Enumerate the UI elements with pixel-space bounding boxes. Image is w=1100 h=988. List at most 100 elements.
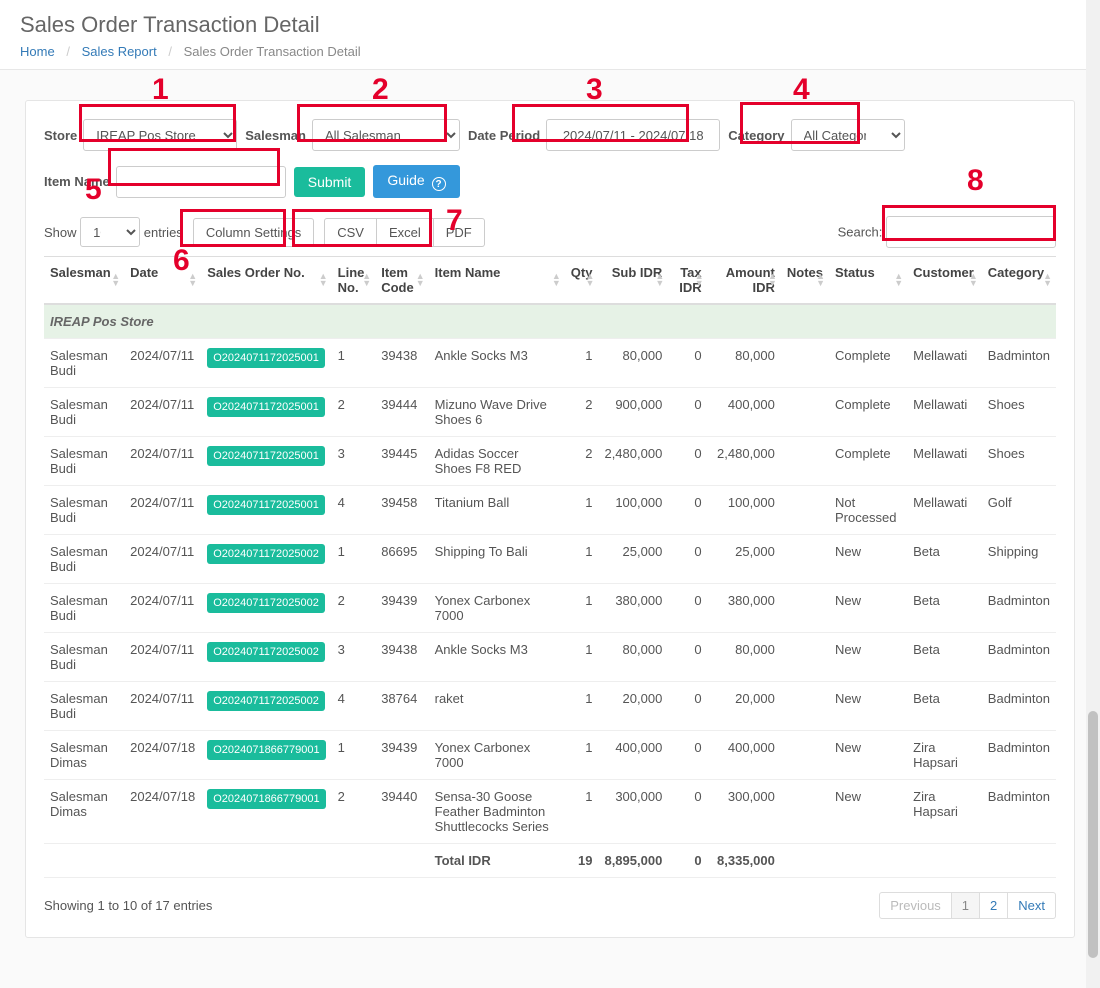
guide-button[interactable]: Guide ? [373,165,459,198]
cell-tax: 0 [668,584,707,633]
cell-sono: O2024071172025002 [201,584,331,633]
search-input[interactable] [886,216,1056,248]
page-prev[interactable]: Previous [879,892,952,919]
cell-sub: 80,000 [598,339,668,388]
sales-order-badge[interactable]: O2024071172025001 [207,446,325,466]
cell-qty: 1 [565,584,599,633]
cell-status: Not Processed [829,486,907,535]
total-row: Total IDR198,895,00008,335,000 [44,844,1056,878]
col-sono[interactable]: Sales Order No.▲▼ [201,257,331,305]
cell-name: Yonex Carbonex 7000 [429,584,565,633]
page-1[interactable]: 1 [952,892,980,919]
store-select[interactable]: IREAP Pos Store [83,119,237,151]
cell-tax: 0 [668,339,707,388]
col-code[interactable]: Item Code▲▼ [375,257,428,305]
cell-salesman: Salesman Dimas [44,731,124,780]
sales-order-badge[interactable]: O2024071866779001 [207,740,325,760]
cell-amount: 300,000 [708,780,781,844]
column-settings-button[interactable]: Column Settings [193,218,314,247]
cell-salesman: Salesman Budi [44,633,124,682]
col-qty[interactable]: Qty▲▼ [565,257,599,305]
cell-status: New [829,584,907,633]
sales-order-badge[interactable]: O2024071172025002 [207,593,325,613]
cell-customer: Zira Hapsari [907,731,982,780]
breadcrumb-report[interactable]: Sales Report [82,44,157,59]
table-row: Salesman Dimas2024/07/18O202407186677900… [44,780,1056,844]
breadcrumb: Home / Sales Report / Sales Order Transa… [20,44,1080,59]
sales-order-badge[interactable]: O2024071172025002 [207,544,325,564]
item-input[interactable] [116,166,286,198]
date-label: Date Period [468,128,540,143]
data-table: Salesman▲▼ Date▲▼ Sales Order No.▲▼ Line… [44,256,1056,878]
cell-status: New [829,633,907,682]
cell-qty: 2 [565,437,599,486]
cell-date: 2024/07/11 [124,584,201,633]
cell-category: Badminton [982,633,1056,682]
table-row: Salesman Dimas2024/07/18 O202407186677900… [44,731,1056,780]
cell-category: Shipping [982,535,1056,584]
page-next[interactable]: Next [1008,892,1056,919]
breadcrumb-home[interactable]: Home [20,44,55,59]
cell-line: 1 [332,731,376,780]
cell-tax: 0 [668,486,707,535]
cell-sono: O2024071866779001 [201,780,331,844]
cell-line: 2 [332,584,376,633]
sales-order-badge[interactable]: O2024071172025001 [207,397,325,417]
entries-select[interactable]: 10 [80,217,140,247]
excel-button[interactable]: Excel [377,218,434,247]
col-date[interactable]: Date▲▼ [124,257,201,305]
cell-category: Badminton [982,339,1056,388]
cell-tax: 0 [668,682,707,731]
cell-sub: 25,000 [598,535,668,584]
sales-order-badge[interactable]: O2024071866779001 [207,789,325,809]
col-salesman[interactable]: Salesman▲▼ [44,257,124,305]
col-name[interactable]: Item Name▲▼ [429,257,565,305]
cell-line: 4 [332,486,376,535]
cell-qty: 1 [565,633,599,682]
pdf-button[interactable]: PDF [434,218,485,247]
cell-category: Badminton [982,584,1056,633]
sales-order-badge[interactable]: O2024071172025001 [207,348,325,368]
table-row: Salesman Budi2024/07/11O2024071172025001… [44,486,1056,535]
cell-tax: 0 [668,731,707,780]
cell-sono: O2024071172025002 [201,633,331,682]
scrollbar[interactable] [1086,0,1100,988]
col-notes[interactable]: Notes▲▼ [781,257,829,305]
sort-icon: ▲▼ [1043,273,1052,287]
sort-icon: ▲▼ [188,273,197,287]
col-amount[interactable]: Amount IDR▲▼ [708,257,781,305]
cell-tax: 0 [668,535,707,584]
sales-order-badge[interactable]: O2024071172025001 [207,495,325,515]
cell-category: Badminton [982,682,1056,731]
col-category[interactable]: Category▲▼ [982,257,1056,305]
csv-button[interactable]: CSV [324,218,377,247]
sales-order-badge[interactable]: O2024071172025002 [207,691,325,711]
cell-amount: 100,000 [708,486,781,535]
cell-amount: 400,000 [708,731,781,780]
cell-qty: 1 [565,535,599,584]
salesman-select[interactable]: All Salesman [312,119,460,151]
cell-customer: Mellawati [907,486,982,535]
cell-status: New [829,682,907,731]
cell-status: New [829,535,907,584]
cell-date: 2024/07/11 [124,388,201,437]
col-line[interactable]: Line No.▲▼ [332,257,376,305]
page-2[interactable]: 2 [980,892,1008,919]
scrollbar-thumb[interactable] [1088,711,1098,958]
col-status[interactable]: Status▲▼ [829,257,907,305]
cell-line: 4 [332,682,376,731]
col-sub[interactable]: Sub IDR▲▼ [598,257,668,305]
date-input[interactable] [546,119,720,151]
cell-line: 1 [332,535,376,584]
cell-status: New [829,731,907,780]
col-tax[interactable]: Tax IDR▲▼ [668,257,707,305]
cell-sono: O2024071172025001 [201,388,331,437]
col-customer[interactable]: Customer▲▼ [907,257,982,305]
category-select[interactable]: All Categories [791,119,905,151]
item-label: Item Name [44,174,110,189]
cell-name: Ankle Socks M3 [429,633,565,682]
submit-button[interactable]: Submit [294,167,366,197]
sales-order-badge[interactable]: O2024071172025002 [207,642,325,662]
cell-date: 2024/07/18 [124,731,201,780]
cell-code: 39439 [375,584,428,633]
